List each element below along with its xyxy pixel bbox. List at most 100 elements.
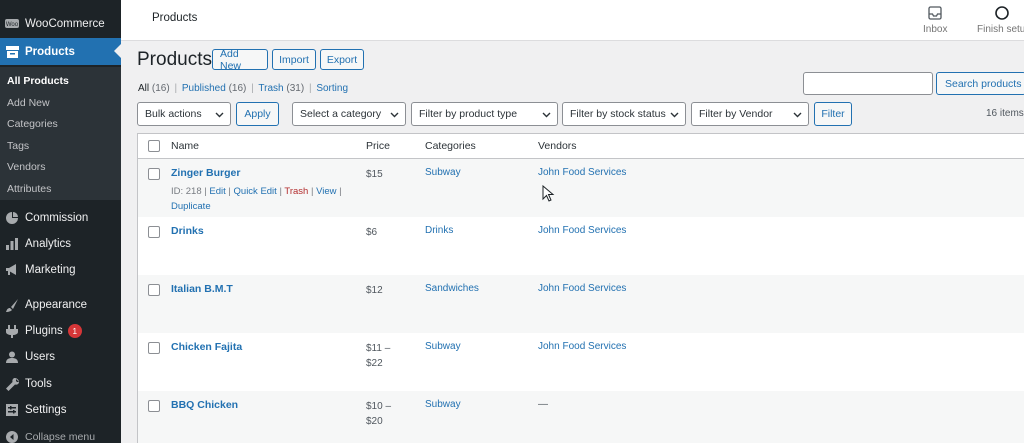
- product-price: $15: [366, 169, 383, 180]
- products-table: Name Price Categories Vendors Zinger Bur…: [137, 133, 1024, 443]
- progress-ring-icon: [994, 5, 1010, 21]
- product-vendor-link[interactable]: John Food Services: [538, 283, 626, 294]
- product-category-link[interactable]: Sandwiches: [425, 283, 479, 294]
- product-name-link[interactable]: Chicken Fajita: [171, 341, 242, 353]
- chevron-down-icon: [793, 112, 802, 118]
- submenu-categories[interactable]: Categories: [7, 118, 58, 130]
- vendor-select[interactable]: Filter by Vendor: [691, 102, 809, 126]
- collapse-menu-button[interactable]: Collapse menu: [0, 424, 121, 443]
- chevron-down-icon: [542, 112, 551, 118]
- submenu-add-new[interactable]: Add New: [7, 97, 50, 109]
- product-type-select[interactable]: Filter by product type: [411, 102, 558, 126]
- row-checkbox[interactable]: [148, 168, 160, 180]
- import-button[interactable]: Import: [272, 49, 316, 70]
- submenu-tags[interactable]: Tags: [7, 140, 29, 152]
- product-category-link[interactable]: Drinks: [425, 225, 453, 236]
- submenu-vendors[interactable]: Vendors: [7, 161, 46, 173]
- product-category-link[interactable]: Subway: [425, 167, 461, 178]
- sidebar-item-tools[interactable]: Tools: [0, 371, 121, 397]
- sidebar-item-analytics[interactable]: Analytics: [0, 231, 121, 257]
- settings-icon: [5, 403, 19, 417]
- sidebar-item-label: Products: [25, 45, 75, 58]
- sidebar-item-woocommerce[interactable]: Woo WooCommerce: [0, 11, 121, 37]
- filter-button[interactable]: Filter: [814, 102, 852, 126]
- product-name-link[interactable]: Drinks: [171, 225, 204, 237]
- product-price: $11 – $22: [366, 343, 391, 369]
- stock-status-select[interactable]: Filter by stock status: [562, 102, 686, 126]
- row-checkbox[interactable]: [148, 400, 160, 412]
- inbox-icon: [927, 5, 943, 21]
- product-category-link[interactable]: Subway: [425, 399, 461, 410]
- view-all[interactable]: All (16): [138, 83, 170, 94]
- product-name-link[interactable]: Zinger Burger: [171, 167, 240, 179]
- row-checkbox[interactable]: [148, 226, 160, 238]
- product-vendor-link[interactable]: John Food Services: [538, 225, 626, 236]
- woocommerce-header-bar: Products Inbox Finish setu: [121, 0, 1024, 41]
- table-row: Zinger Burger ID: 218 | Edit | Quick Edi…: [138, 159, 1024, 217]
- sidebar-item-label: Collapse menu: [25, 431, 96, 443]
- row-actions: ID: 218 | Edit | Quick Edit | Trash | Vi…: [171, 186, 342, 212]
- bar-chart-icon: [5, 237, 19, 251]
- sidebar-item-label: Plugins: [25, 325, 63, 337]
- status-views: All (16) | Published (16) | Trash (31) |…: [138, 83, 349, 94]
- plug-icon: [5, 324, 19, 338]
- bulk-actions-select[interactable]: Bulk actions: [137, 102, 231, 126]
- plugins-update-badge: 1: [67, 324, 82, 338]
- admin-sidebar: Woo WooCommerce Products All Products Ad…: [0, 0, 121, 443]
- edit-link[interactable]: Edit: [209, 186, 225, 197]
- product-name-link[interactable]: Italian B.M.T: [171, 283, 233, 295]
- quick-edit-link[interactable]: Quick Edit: [234, 186, 277, 197]
- page-title: Products: [137, 49, 212, 70]
- sidebar-item-settings[interactable]: Settings: [0, 397, 121, 423]
- sidebar-item-plugins[interactable]: Plugins 1: [0, 318, 121, 344]
- search-products-button[interactable]: Search products: [936, 72, 1024, 95]
- mouse-cursor-icon: [542, 185, 555, 202]
- view-sorting[interactable]: Sorting: [316, 83, 348, 94]
- submenu-attributes[interactable]: Attributes: [7, 183, 51, 195]
- user-icon: [5, 350, 19, 364]
- row-checkbox[interactable]: [148, 342, 160, 354]
- column-vendors: Vendors: [538, 140, 577, 152]
- chevron-down-icon: [215, 112, 224, 118]
- finish-setup-button[interactable]: Finish setu: [977, 5, 1024, 35]
- table-row: Italian B.M.T $12 Sandwiches John Food S…: [138, 275, 1024, 333]
- megaphone-icon: [5, 263, 19, 277]
- sidebar-item-label: Analytics: [25, 238, 72, 250]
- row-checkbox[interactable]: [148, 284, 160, 296]
- collapse-arrow-icon: [5, 430, 19, 443]
- category-select[interactable]: Select a category: [292, 102, 406, 126]
- sidebar-item-commission[interactable]: Commission: [0, 205, 121, 231]
- sidebar-item-products[interactable]: Products: [0, 38, 121, 65]
- product-price: $12: [366, 285, 383, 296]
- apply-button[interactable]: Apply: [236, 102, 279, 126]
- sidebar-item-label: Users: [25, 351, 56, 363]
- sidebar-item-label: Settings: [25, 404, 67, 416]
- inbox-button[interactable]: Inbox: [923, 5, 947, 35]
- table-row: Drinks $6 Drinks John Food Services: [138, 217, 1024, 275]
- export-button[interactable]: Export: [320, 49, 364, 70]
- sidebar-item-users[interactable]: Users: [0, 344, 121, 370]
- column-name[interactable]: Name: [171, 140, 199, 152]
- column-categories: Categories: [425, 140, 476, 152]
- product-category-link[interactable]: Subway: [425, 341, 461, 352]
- add-new-button[interactable]: Add New: [212, 48, 268, 72]
- column-price[interactable]: Price: [366, 140, 390, 152]
- view-trash[interactable]: Trash (31): [258, 83, 304, 94]
- view-link[interactable]: View: [316, 186, 336, 197]
- sidebar-item-marketing[interactable]: Marketing: [0, 257, 121, 283]
- product-name-link[interactable]: BBQ Chicken: [171, 399, 238, 411]
- product-vendor-link[interactable]: John Food Services: [538, 341, 626, 352]
- select-all-checkbox[interactable]: [148, 140, 160, 152]
- view-published[interactable]: Published (16): [182, 83, 247, 94]
- table-row: BBQ Chicken $10 – $20 Subway —: [138, 391, 1024, 443]
- product-vendor-link[interactable]: John Food Services: [538, 167, 626, 178]
- sidebar-item-appearance[interactable]: Appearance: [0, 292, 121, 318]
- header-page-title: Products: [152, 12, 198, 24]
- table-header: Name Price Categories Vendors: [138, 134, 1024, 159]
- items-count: 16 items: [986, 108, 1024, 119]
- trash-link[interactable]: Trash: [284, 186, 308, 197]
- submenu-all-products[interactable]: All Products: [7, 75, 69, 87]
- duplicate-link[interactable]: Duplicate: [171, 201, 211, 212]
- search-products-input[interactable]: [803, 72, 933, 95]
- product-price: $10 – $20: [366, 401, 392, 427]
